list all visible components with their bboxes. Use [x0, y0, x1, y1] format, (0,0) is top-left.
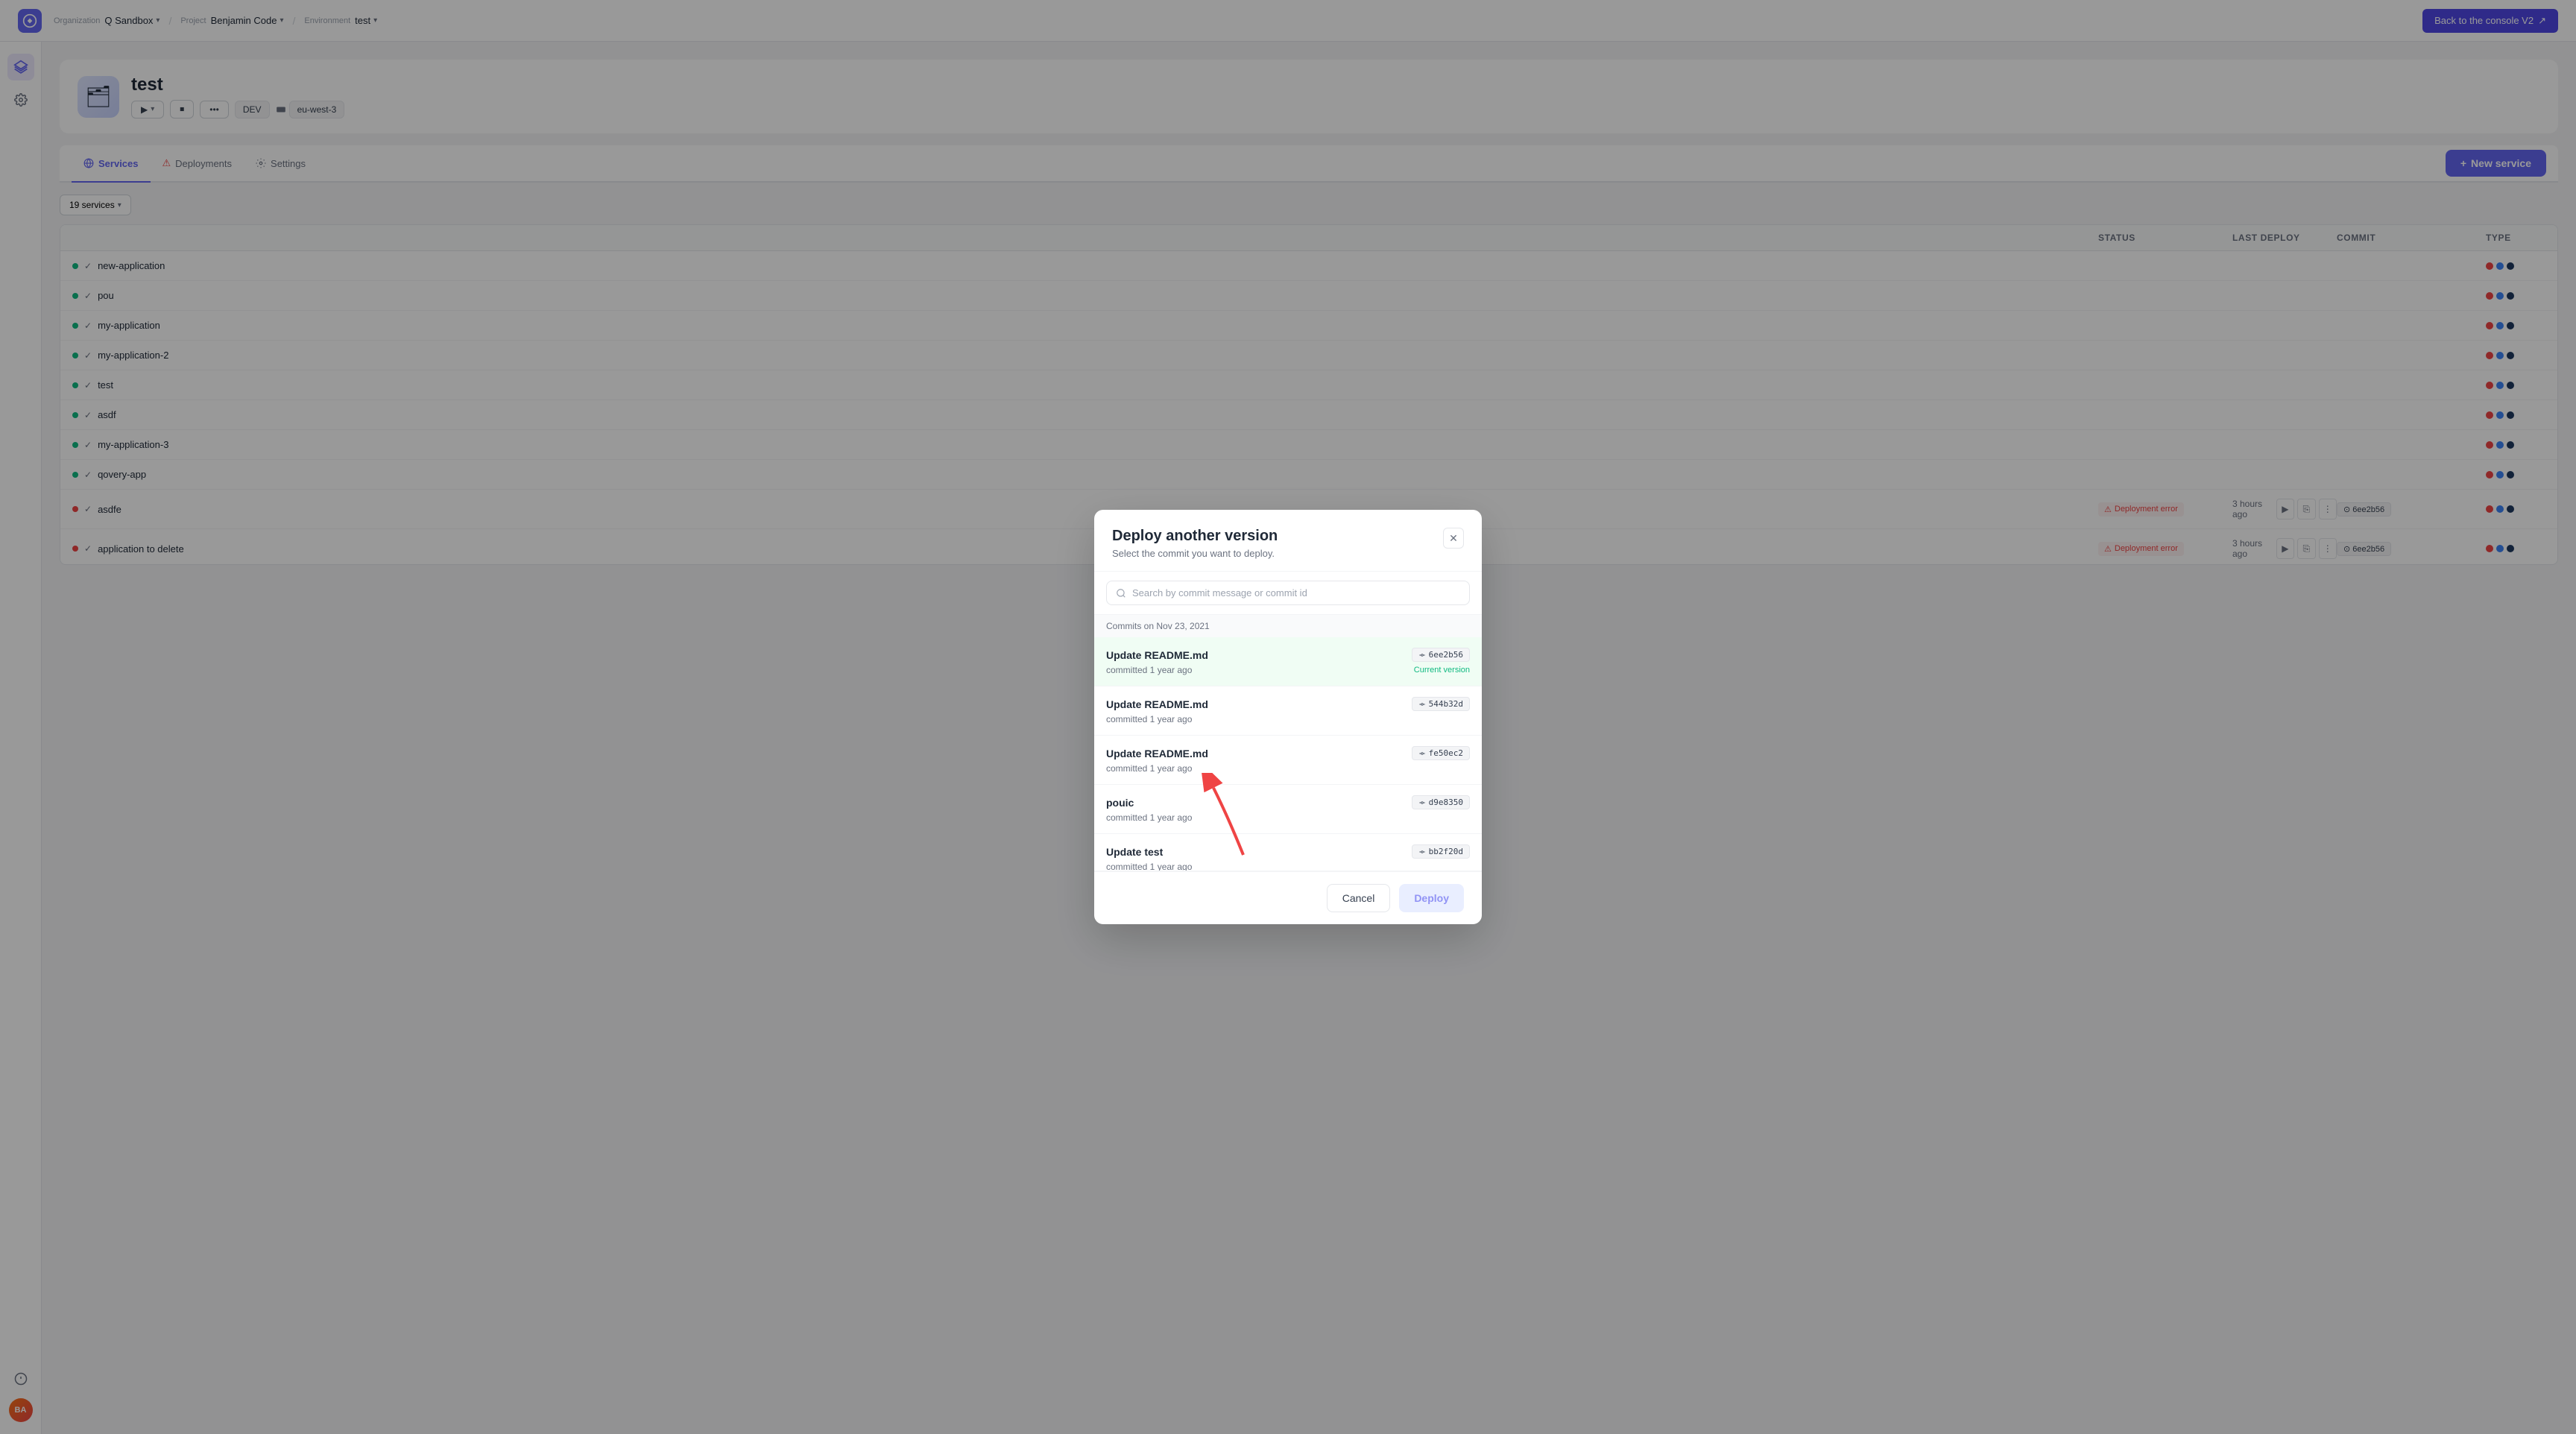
commit-icon — [1418, 701, 1426, 708]
commit-item-2[interactable]: Update README.md 544b32d committed 1 yea… — [1094, 686, 1482, 736]
commit-meta: committed 1 year ago — [1106, 862, 1470, 871]
commit-meta: committed 1 year ago Current version — [1106, 665, 1470, 675]
search-input-wrap — [1106, 581, 1470, 605]
modal-close-button[interactable]: ✕ — [1443, 528, 1464, 549]
modal-search — [1094, 572, 1482, 615]
deploy-modal: Deploy another version Select the commit… — [1094, 510, 1482, 924]
commits-list: Update README.md 6ee2b56 committed 1 yea… — [1094, 637, 1482, 871]
commit-message: Update README.md — [1106, 649, 1208, 661]
modal-overlay[interactable]: Deploy another version Select the commit… — [0, 0, 2576, 1434]
modal-subtitle: Select the commit you want to deploy. — [1112, 548, 1278, 559]
commit-meta: committed 1 year ago — [1106, 763, 1470, 774]
commit-time: committed 1 year ago — [1106, 812, 1192, 823]
current-version-badge: Current version — [1414, 666, 1470, 675]
cancel-button[interactable]: Cancel — [1327, 884, 1391, 912]
commit-meta: committed 1 year ago — [1106, 714, 1470, 724]
modal-header: Deploy another version Select the commit… — [1094, 510, 1482, 572]
commit-time: committed 1 year ago — [1106, 665, 1192, 675]
commit-icon — [1418, 651, 1426, 659]
commit-message: Update README.md — [1106, 748, 1208, 759]
commit-hash: fe50ec2 — [1412, 746, 1470, 760]
deploy-button[interactable]: Deploy — [1399, 884, 1464, 912]
commit-item-header: Update README.md 6ee2b56 — [1106, 648, 1470, 662]
commit-time: committed 1 year ago — [1106, 714, 1192, 724]
commit-time: committed 1 year ago — [1106, 862, 1192, 871]
commit-hash: 544b32d — [1412, 697, 1470, 711]
commit-item-header: pouic d9e8350 — [1106, 795, 1470, 809]
commit-item-header: Update README.md 544b32d — [1106, 697, 1470, 711]
commit-message: Update README.md — [1106, 698, 1208, 710]
commit-hash: 6ee2b56 — [1412, 648, 1470, 662]
commit-search-input[interactable] — [1132, 587, 1460, 598]
commit-hash: bb2f20d — [1412, 844, 1470, 859]
search-icon — [1116, 588, 1126, 598]
commit-meta: committed 1 year ago — [1106, 812, 1470, 823]
commit-item-header: Update test bb2f20d — [1106, 844, 1470, 859]
modal-title: Deploy another version — [1112, 528, 1278, 545]
commit-icon — [1418, 750, 1426, 757]
commit-message: pouic — [1106, 797, 1134, 809]
commit-message: Update test — [1106, 846, 1163, 858]
commit-item-3[interactable]: Update README.md fe50ec2 committed 1 yea… — [1094, 736, 1482, 785]
commit-time: committed 1 year ago — [1106, 763, 1192, 774]
commit-item-header: Update README.md fe50ec2 — [1106, 746, 1470, 760]
modal-footer: Cancel Deploy — [1094, 871, 1482, 924]
commit-item-4[interactable]: pouic d9e8350 committed 1 year ago — [1094, 785, 1482, 834]
commit-hash: d9e8350 — [1412, 795, 1470, 809]
commit-icon — [1418, 848, 1426, 856]
commits-date-label: Commits on Nov 23, 2021 — [1094, 615, 1482, 637]
modal-title-area: Deploy another version Select the commit… — [1112, 528, 1278, 559]
commit-item-1[interactable]: Update README.md 6ee2b56 committed 1 yea… — [1094, 637, 1482, 686]
commit-icon — [1418, 799, 1426, 806]
commit-item-5[interactable]: Update test bb2f20d committed 1 year ago — [1094, 834, 1482, 871]
